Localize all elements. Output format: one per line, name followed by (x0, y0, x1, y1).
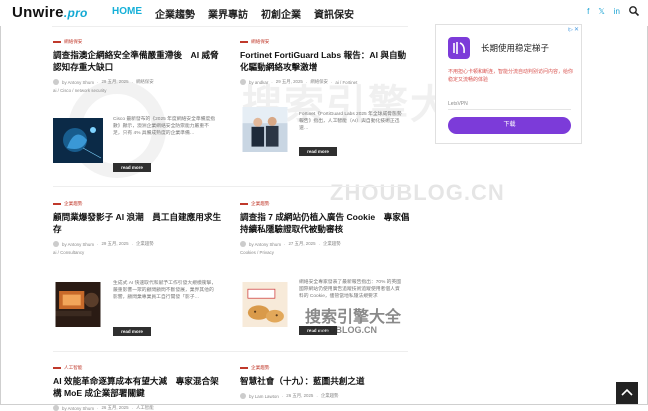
article-title[interactable]: AI 效能革命逐算成本有望大減 專家混合架構 MoE 成企業部署關鍵 (53, 375, 223, 399)
article-date: 29 五月, 2025 (101, 79, 129, 84)
article-category[interactable]: 企業趨勢 (240, 201, 410, 207)
article-excerpt: 生成式 AI 快速取代和賦予工作引發大規模衝擊，嚴重影響一眾的顧問顧問不斷發展，… (113, 281, 217, 300)
article-meta: by Antony Shum · 29 五月, 2025 · 企業趨勢 (53, 241, 223, 247)
sponsored-ad[interactable]: i▷ ✕ 长期使用稳定梯子 不用担心卡顿和断连，智能分流自动判别访问内容，给你稳… (435, 24, 582, 144)
site-header: Unwire.pro HOME 企業趨勢 業界專訪 初創企業 資訊保安 f 𝕏 … (0, 0, 648, 26)
linkedin-icon[interactable]: in (614, 7, 620, 16)
article-author[interactable]: by Antony Shum (62, 242, 94, 247)
ad-divider (448, 109, 571, 110)
article-category-tag[interactable]: 網絡保安 (136, 79, 154, 85)
article-tags[interactable]: Cookies / Privacy (240, 250, 410, 255)
article-excerpt: Cisco 最新發布的《2025 年度網絡安全準備度指數》顯示，澳洲企業網絡安全… (113, 117, 216, 136)
article-category-tag[interactable]: 企業趨勢 (321, 393, 339, 399)
site-logo[interactable]: Unwire.pro (12, 4, 88, 21)
article-card: 企業趨勢 顧問業爆發影子 AI 浪潮 員工自建應用求生存 by Antony S… (53, 201, 223, 255)
article-date: 26 五月, 2025 (101, 405, 129, 410)
ad-headline[interactable]: 长期使用稳定梯子 (481, 42, 549, 54)
read-more-button[interactable]: read more (299, 326, 337, 335)
vpn-logo-icon (448, 37, 470, 59)
article-category[interactable]: 企業趨勢 (240, 365, 410, 371)
ad-brand: LetsVPN (448, 101, 468, 107)
nav-item-startups[interactable]: 初創企業 (261, 6, 301, 21)
main-nav: HOME 企業趨勢 業界專訪 初創企業 資訊保安 (112, 6, 367, 21)
article-card: 網絡保安 調查指澳企網絡安全準備嚴重滯後 AI 威脅認知存重大缺口 by Ant… (53, 39, 223, 93)
author-avatar (240, 241, 246, 247)
close-icon[interactable]: ✕ (574, 26, 579, 33)
search-icon[interactable] (628, 5, 640, 17)
article-date: 29 五月, 2025 (275, 79, 303, 84)
row-divider (53, 351, 408, 352)
back-to-top-button[interactable] (616, 382, 638, 404)
x-twitter-icon[interactable]: 𝕏 (598, 7, 604, 16)
article-date: 27 五月, 2025 (288, 241, 316, 246)
article-category[interactable]: 網絡保安 (240, 39, 410, 45)
article-category-tag[interactable]: 網絡保安 (310, 79, 328, 85)
article-author[interactable]: by Antony Shum (62, 80, 94, 85)
nav-item-home[interactable]: HOME (112, 6, 142, 21)
article-card: 企業趨勢 調查指 7 成網站仍植入廣告 Cookie 專家倡持續私隱驗證取代被動… (240, 201, 410, 255)
author-avatar (240, 393, 246, 399)
author-avatar (53, 79, 59, 85)
article-category[interactable]: 企業趨勢 (53, 201, 223, 207)
article-meta: by Antony Shum · 27 五月, 2025 · 企業趨勢 (240, 241, 410, 247)
nav-item-security[interactable]: 資訊保安 (314, 6, 354, 21)
article-author[interactable]: by Lam Lawton (249, 394, 279, 399)
article-tags[interactable]: ai / Cisco / network security (53, 88, 223, 93)
ad-choices-icon[interactable]: i▷ (568, 27, 573, 33)
logo-suffix: .pro (63, 6, 88, 20)
header-divider (52, 26, 408, 27)
article-title[interactable]: 顧問業爆發影子 AI 浪潮 員工自建應用求生存 (53, 211, 223, 235)
article-category[interactable]: 人工智能 (53, 365, 223, 371)
article-title[interactable]: 調查指澳企網絡安全準備嚴重滯後 AI 威脅認知存重大缺口 (53, 49, 223, 73)
article-title[interactable]: 智慧社會（十九）：藍圖共創之道 (240, 375, 410, 387)
article-card: 人工智能 AI 效能革命逐算成本有望大減 專家混合架構 MoE 成企業部署關鍵 … (53, 365, 223, 411)
article-date: 29 五月, 2025 (101, 241, 129, 246)
logo-main: Unwire (12, 4, 64, 21)
read-more-button[interactable]: read more (113, 163, 151, 172)
article-author[interactable]: by Antony Shum (62, 406, 94, 411)
article-card: 企業趨勢 智慧社會（十九）：藍圖共創之道 by Lam Lawton · 26 … (240, 365, 410, 399)
article-category[interactable]: 網絡保安 (53, 39, 223, 45)
article-meta: by Antony Shum · 26 五月, 2025 · 人工智能 (53, 405, 223, 411)
article-thumbnail-people[interactable] (240, 107, 290, 152)
row-divider (53, 186, 408, 187)
article-card: 網絡保安 Fortinet FortiGuard Labs 報告：AI 與自動化… (240, 39, 410, 85)
article-thumbnail-cyber-head[interactable] (53, 118, 103, 163)
article-title[interactable]: 調查指 7 成網站仍植入廣告 Cookie 專家倡持續私隱驗證取代被動審核 (240, 211, 410, 235)
article-title[interactable]: Fortinet FortiGuard Labs 報告：AI 與自動化驅動網絡攻… (240, 49, 410, 73)
ad-body: 不用担心卡顿和断连，智能分流自动判别访问内容，给你稳定又流畅的体验 (448, 69, 574, 83)
nav-item-industry-interviews[interactable]: 業界專訪 (208, 6, 248, 21)
article-author[interactable]: by Antony Shum (249, 242, 281, 247)
article-category-tag[interactable]: 企業趨勢 (136, 241, 154, 247)
article-tags[interactable]: ai / Consultancy (53, 250, 223, 255)
nav-item-enterprise-trends[interactable]: 企業趨勢 (155, 6, 195, 21)
chevron-up-icon (621, 388, 633, 396)
read-more-button[interactable]: read more (113, 327, 151, 336)
read-more-button[interactable]: read more (299, 147, 337, 156)
article-thumbnail-laptop[interactable] (53, 282, 103, 327)
article-category-tag[interactable]: 企業趨勢 (323, 241, 341, 247)
article-excerpt: 網絡安全專家發表了最新報告指出：70% 的英國國際網站仍使用廣告追蹤技術追蹤使用… (299, 280, 402, 299)
article-thumbnail-cookies[interactable] (240, 282, 290, 327)
article-excerpt: Fortinet《FortiGuard Labs 2025 年全球威脅態勢報告》… (299, 112, 402, 131)
article-category-tag[interactable]: 人工智能 (136, 405, 154, 411)
ad-download-button[interactable]: 下载 (448, 117, 571, 134)
article-date: 26 五月, 2025 (286, 393, 314, 398)
author-avatar (240, 79, 246, 85)
social-links: f 𝕏 in (587, 7, 620, 16)
article-tags[interactable]: ai / Fortinet (335, 80, 357, 85)
article-meta: by andkar · 29 五月, 2025 · 網絡保安 · ai / Fo… (240, 79, 410, 85)
article-meta: by Lam Lawton · 26 五月, 2025 · 企業趨勢 (240, 393, 410, 399)
article-author[interactable]: by andkar (249, 80, 268, 85)
facebook-icon[interactable]: f (587, 7, 589, 16)
article-meta: by Antony Shum · 29 五月, 2025 · 網絡保安 (53, 79, 223, 85)
author-avatar (53, 241, 59, 247)
author-avatar (53, 405, 59, 411)
